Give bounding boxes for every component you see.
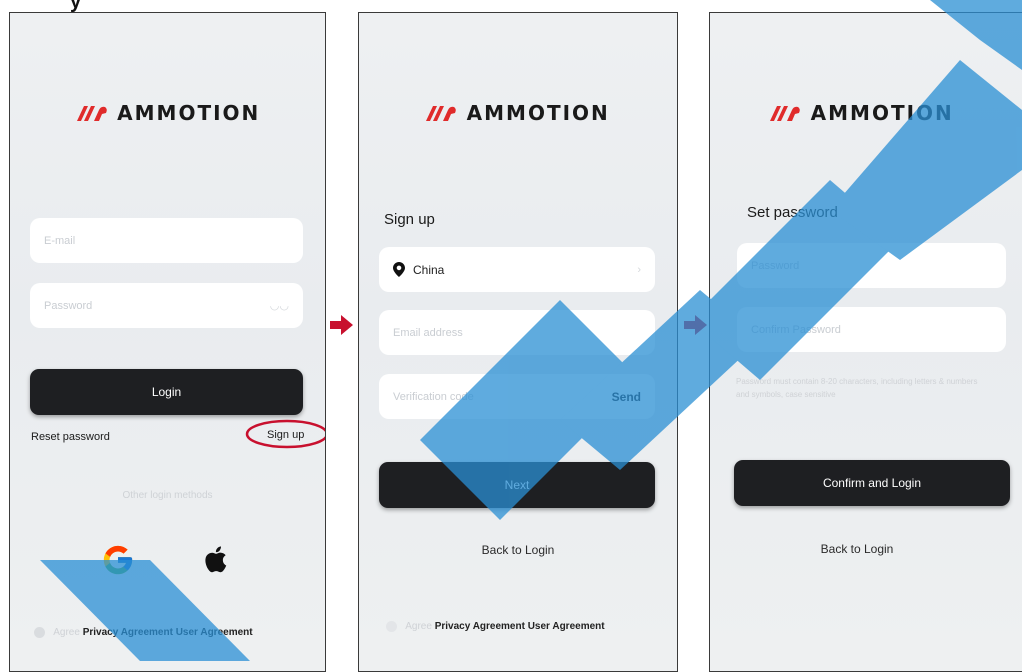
brand-name: AMMOTION xyxy=(466,101,610,125)
back-to-login-link[interactable]: Back to Login xyxy=(359,543,677,557)
country-value: China xyxy=(413,262,445,277)
other-methods-label: Other login methods xyxy=(122,490,213,501)
agree-prefix: Agree xyxy=(405,621,432,633)
signup-screen: AMMOTION Sign up China › Email address V… xyxy=(358,12,678,672)
confirm-password-field[interactable]: Confirm Password xyxy=(737,307,1006,352)
arrow-right-icon xyxy=(684,315,707,335)
agree-checkbox[interactable] xyxy=(34,627,45,638)
password-placeholder: Password xyxy=(44,299,93,312)
email-field[interactable]: E-mail xyxy=(30,218,303,263)
sign-up-highlight-ellipse xyxy=(245,419,325,449)
agree-prefix: Agree xyxy=(53,627,80,639)
brand-mark-icon xyxy=(426,106,457,121)
google-icon[interactable] xyxy=(101,543,135,577)
country-select[interactable]: China › xyxy=(379,247,655,292)
login-button[interactable]: Login xyxy=(30,369,303,415)
login-screen: AMMOTION E-mail Password ◡◡ Login Reset … xyxy=(9,12,326,672)
eye-icon[interactable]: ◡◡ xyxy=(270,299,289,312)
brand-logo: AMMOTION xyxy=(10,101,325,125)
password-hint-line: Password must contain 8-20 characters, i… xyxy=(736,377,978,386)
brand-logo: AMMOTION xyxy=(710,101,1022,125)
brand-mark-icon xyxy=(770,106,801,121)
agreement-links[interactable]: Privacy Agreement User Agreement xyxy=(83,627,253,638)
password-placeholder: Password xyxy=(751,259,800,272)
password-hint-line: and symbols, case sensitive xyxy=(736,390,836,399)
apple-icon[interactable] xyxy=(204,543,230,575)
password-field[interactable]: Password xyxy=(737,243,1006,288)
email-placeholder: Email address xyxy=(393,326,463,339)
arrow-right-icon xyxy=(330,315,353,335)
location-pin-icon xyxy=(393,262,405,277)
email-field[interactable]: Email address xyxy=(379,310,655,355)
send-code-button[interactable]: Send xyxy=(612,390,641,404)
brand-mark-icon xyxy=(76,106,107,121)
next-button[interactable]: Next xyxy=(379,462,655,508)
verification-code-field[interactable]: Verification code Send xyxy=(379,374,655,419)
brand-logo: AMMOTION xyxy=(359,101,677,125)
password-field[interactable]: Password ◡◡ xyxy=(30,283,303,328)
code-placeholder: Verification code xyxy=(393,390,474,403)
set-password-screen: AMMOTION Set password Password Confirm P… xyxy=(709,12,1022,672)
confirm-password-placeholder: Confirm Password xyxy=(751,323,841,336)
back-to-login-link[interactable]: Back to Login xyxy=(710,542,1022,556)
agree-checkbox[interactable] xyxy=(386,621,397,632)
page-title: Sign up xyxy=(384,211,435,228)
agreement-row: Agree Privacy Agreement User Agreement xyxy=(386,621,605,632)
password-hint: Password must contain 8-20 characters, i… xyxy=(736,375,1004,401)
email-placeholder: E-mail xyxy=(44,234,76,247)
agreement-links[interactable]: Privacy Agreement User Agreement xyxy=(435,621,605,632)
brand-name: AMMOTION xyxy=(117,101,261,125)
page-title: Set password xyxy=(747,204,838,221)
chevron-right-icon: › xyxy=(637,263,641,276)
brand-name: AMMOTION xyxy=(810,101,954,125)
confirm-and-login-button[interactable]: Confirm and Login xyxy=(734,460,1010,506)
agreement-row: Agree Privacy Agreement User Agreement xyxy=(34,627,253,638)
reset-password-link[interactable]: Reset password xyxy=(31,431,110,443)
